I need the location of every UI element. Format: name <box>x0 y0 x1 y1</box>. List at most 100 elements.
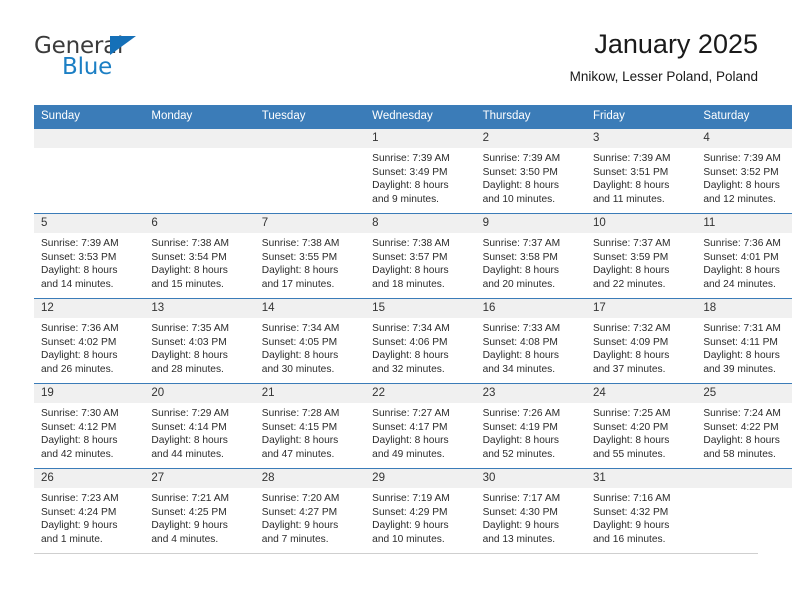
calendar-day-cell[interactable]: 19 Sunrise: 7:30 AM Sunset: 4:12 PM Dayligh… <box>34 383 145 469</box>
calendar-day-cell[interactable]: 10 Sunrise: 7:37 AM Sunset: 3:59 PM Dayligh… <box>585 213 697 299</box>
day-number: 10 <box>585 214 697 233</box>
calendar-day-cell-empty <box>34 128 145 214</box>
daylight-text-line1: Daylight: 8 hours <box>482 350 560 362</box>
daylight-text-line2: and 17 minutes. <box>261 278 335 290</box>
daylight-text-line1: Daylight: 8 hours <box>592 350 670 362</box>
day-number: 14 <box>254 299 366 318</box>
sunset-text: Sunset: 4:01 PM <box>703 251 779 263</box>
sunrise-text: Sunrise: 7:35 AM <box>151 323 229 334</box>
calendar-day-cell[interactable]: 6 Sunrise: 7:38 AM Sunset: 3:54 PM Daylight… <box>144 213 255 299</box>
calendar-day-cell[interactable]: 17 Sunrise: 7:32 AM Sunset: 4:09 PM Dayligh… <box>585 298 697 384</box>
day-details <box>255 148 365 152</box>
calendar-day-cell[interactable]: 1 Sunrise: 7:39 AM Sunset: 3:49 PM Daylight… <box>365 128 476 214</box>
calendar-day-cell[interactable]: 12 Sunrise: 7:36 AM Sunset: 4:02 PM Dayligh… <box>34 298 145 384</box>
calendar-day-cell[interactable]: 3 Sunrise: 7:39 AM Sunset: 3:51 PM Daylight… <box>585 128 697 214</box>
calendar-grid: Sunday Monday Tuesday Wednesday Thursday… <box>34 105 792 553</box>
day-details: Sunrise: 7:27 AM Sunset: 4:17 PM Daylight:… <box>365 403 475 461</box>
calendar-day-cell[interactable]: 22 Sunrise: 7:27 AM Sunset: 4:17 PM Dayligh… <box>365 383 476 469</box>
calendar-day-cell[interactable]: 25 Sunrise: 7:24 AM Sunset: 4:22 PM Dayligh… <box>696 383 792 469</box>
calendar-day-cell[interactable]: 4 Sunrise: 7:39 AM Sunset: 3:52 PM Daylight… <box>696 128 792 214</box>
title-block: January 2025 Mnikow, Lesser Poland, Pola… <box>570 28 758 87</box>
daylight-text-line1: Daylight: 9 hours <box>41 520 118 532</box>
calendar-week-row: 26 Sunrise: 7:23 AM Sunset: 4:24 PM Dayligh… <box>34 468 792 553</box>
daylight-text-line2: and 20 minutes. <box>482 278 556 290</box>
sunset-text: Sunset: 4:05 PM <box>261 336 338 348</box>
calendar-day-cell[interactable]: 14 Sunrise: 7:34 AM Sunset: 4:05 PM Dayligh… <box>254 298 366 384</box>
calendar-day-cell[interactable]: 18 Sunrise: 7:31 AM Sunset: 4:11 PM Dayligh… <box>696 298 792 384</box>
day-details: Sunrise: 7:38 AM Sunset: 3:55 PM Daylight:… <box>255 233 365 291</box>
sunset-text: Sunset: 3:53 PM <box>41 251 117 263</box>
day-number: 30 <box>475 469 586 488</box>
calendar-day-cell[interactable]: 30 Sunrise: 7:17 AM Sunset: 4:30 PM Dayligh… <box>475 468 586 553</box>
daylight-text-line1: Daylight: 8 hours <box>482 180 560 192</box>
sunset-text: Sunset: 4:24 PM <box>41 506 117 518</box>
daylight-text-line1: Daylight: 8 hours <box>703 180 780 192</box>
calendar-day-cell[interactable]: 24 Sunrise: 7:25 AM Sunset: 4:20 PM Dayligh… <box>585 383 697 469</box>
calendar-day-cell[interactable]: 16 Sunrise: 7:33 AM Sunset: 4:08 PM Dayligh… <box>475 298 586 384</box>
sunset-text: Sunset: 4:29 PM <box>372 506 448 518</box>
calendar-week-row: 19 Sunrise: 7:30 AM Sunset: 4:12 PM Dayligh… <box>34 383 792 469</box>
sunset-text: Sunset: 4:06 PM <box>372 336 448 348</box>
day-details: Sunrise: 7:31 AM Sunset: 4:11 PM Daylight:… <box>696 318 792 376</box>
daylight-text-line2: and 55 minutes. <box>592 448 666 460</box>
daylight-text-line1: Daylight: 8 hours <box>482 265 560 277</box>
sunrise-text: Sunrise: 7:28 AM <box>261 408 340 419</box>
sunset-text: Sunset: 3:52 PM <box>703 166 779 178</box>
calendar-day-cell[interactable]: 27 Sunrise: 7:21 AM Sunset: 4:25 PM Dayligh… <box>144 468 255 553</box>
calendar-day-cell[interactable]: 7 Sunrise: 7:38 AM Sunset: 3:55 PM Daylight… <box>254 213 366 299</box>
general-blue-logo[interactable]: General Blue <box>34 34 234 90</box>
calendar-day-cell[interactable]: 8 Sunrise: 7:38 AM Sunset: 3:57 PM Daylight… <box>365 213 476 299</box>
day-number: 2 <box>475 129 586 148</box>
daylight-text-line1: Daylight: 8 hours <box>261 265 339 277</box>
sunset-text: Sunset: 3:59 PM <box>592 251 669 263</box>
sunset-text: Sunset: 4:19 PM <box>482 421 558 433</box>
day-number: 13 <box>144 299 255 318</box>
daylight-text-line2: and 1 minute. <box>41 533 103 545</box>
calendar-day-cell[interactable]: 13 Sunrise: 7:35 AM Sunset: 4:03 PM Dayligh… <box>144 298 255 384</box>
calendar-body: 1 Sunrise: 7:39 AM Sunset: 3:49 PM Daylight… <box>34 128 792 553</box>
day-number: 23 <box>475 384 586 403</box>
calendar-day-cell[interactable]: 11 Sunrise: 7:36 AM Sunset: 4:01 PM Dayligh… <box>696 213 792 299</box>
daylight-text-line1: Daylight: 8 hours <box>703 350 780 362</box>
calendar-day-cell[interactable]: 15 Sunrise: 7:34 AM Sunset: 4:06 PM Dayligh… <box>365 298 476 384</box>
day-details: Sunrise: 7:32 AM Sunset: 4:09 PM Daylight:… <box>586 318 696 376</box>
sunset-text: Sunset: 4:14 PM <box>151 421 227 433</box>
calendar-day-cell[interactable]: 31 Sunrise: 7:16 AM Sunset: 4:32 PM Dayligh… <box>585 468 697 553</box>
sunrise-text: Sunrise: 7:39 AM <box>482 153 561 164</box>
calendar-day-cell[interactable]: 23 Sunrise: 7:26 AM Sunset: 4:19 PM Dayligh… <box>475 383 586 469</box>
sunrise-text: Sunrise: 7:39 AM <box>592 153 671 164</box>
day-number: 7 <box>254 214 366 233</box>
calendar-day-cell[interactable]: 20 Sunrise: 7:29 AM Sunset: 4:14 PM Dayligh… <box>144 383 255 469</box>
day-number: 17 <box>585 299 697 318</box>
calendar-day-cell[interactable]: 5 Sunrise: 7:39 AM Sunset: 3:53 PM Daylight… <box>34 213 145 299</box>
day-number: 4 <box>696 129 792 148</box>
day-number: 6 <box>144 214 255 233</box>
calendar-day-cell[interactable]: 9 Sunrise: 7:37 AM Sunset: 3:58 PM Daylight… <box>475 213 586 299</box>
calendar-day-cell[interactable]: 28 Sunrise: 7:20 AM Sunset: 4:27 PM Dayligh… <box>254 468 366 553</box>
daylight-text-line1: Daylight: 8 hours <box>592 435 670 447</box>
day-number <box>696 469 792 488</box>
daylight-text-line2: and 39 minutes. <box>703 363 776 375</box>
calendar-day-cell[interactable]: 2 Sunrise: 7:39 AM Sunset: 3:50 PM Daylight… <box>475 128 586 214</box>
daylight-text-line2: and 18 minutes. <box>372 278 445 290</box>
daylight-text-line2: and 42 minutes. <box>41 448 114 460</box>
day-number: 11 <box>696 214 792 233</box>
day-details: Sunrise: 7:34 AM Sunset: 4:05 PM Daylight:… <box>255 318 365 376</box>
calendar-day-cell[interactable]: 29 Sunrise: 7:19 AM Sunset: 4:29 PM Dayligh… <box>365 468 476 553</box>
day-details: Sunrise: 7:37 AM Sunset: 3:58 PM Daylight:… <box>476 233 586 291</box>
sunrise-text: Sunrise: 7:34 AM <box>372 323 450 334</box>
day-details: Sunrise: 7:39 AM Sunset: 3:51 PM Daylight:… <box>586 148 696 206</box>
day-number: 9 <box>475 214 586 233</box>
day-number: 21 <box>254 384 366 403</box>
daylight-text-line1: Daylight: 8 hours <box>261 435 339 447</box>
daylight-text-line1: Daylight: 8 hours <box>703 435 780 447</box>
weekday-header-sunday: Sunday <box>34 105 145 129</box>
sunrise-text: Sunrise: 7:26 AM <box>482 408 561 419</box>
calendar-day-cell[interactable]: 21 Sunrise: 7:28 AM Sunset: 4:15 PM Dayligh… <box>254 383 366 469</box>
calendar-day-cell[interactable]: 26 Sunrise: 7:23 AM Sunset: 4:24 PM Dayligh… <box>34 468 145 553</box>
day-number: 28 <box>254 469 366 488</box>
day-number: 24 <box>585 384 697 403</box>
calendar-bottom-rule <box>34 553 758 554</box>
day-details: Sunrise: 7:19 AM Sunset: 4:29 PM Daylight:… <box>365 488 475 546</box>
daylight-text-line2: and 9 minutes. <box>372 193 439 205</box>
